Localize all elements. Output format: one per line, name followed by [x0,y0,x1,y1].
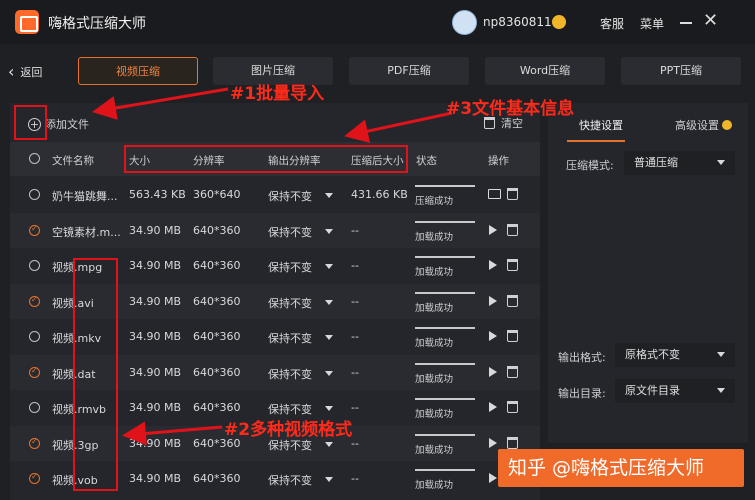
annotation-file-info: #3文件基本信息 [446,99,575,119]
annotation-batch-import: #1批量导入 [230,84,325,104]
arrow-info [344,111,453,143]
watermark: 知乎 @嗨格式压缩大师 [498,449,744,487]
arrow-formats [122,421,223,446]
annotation-video-formats: #2多种视频格式 [224,420,353,440]
annotation-arrows [92,87,453,446]
arrow-import [92,87,229,120]
